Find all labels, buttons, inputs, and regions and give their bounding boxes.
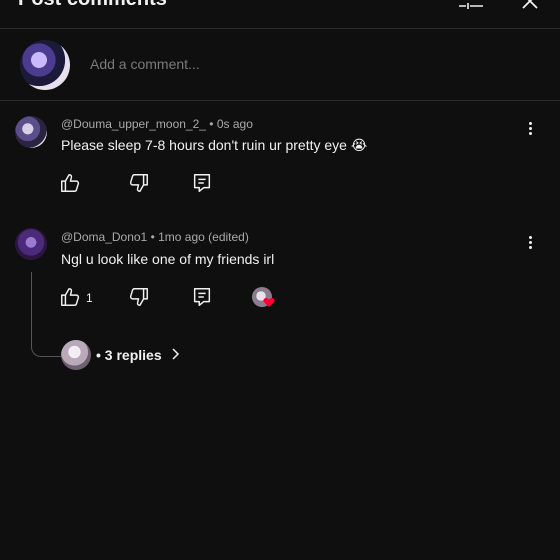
- reply-author-avatar: [61, 340, 91, 370]
- reply-icon: [193, 174, 211, 192]
- meta-separator: •: [209, 117, 217, 131]
- comment-time: 0s ago: [216, 117, 253, 131]
- comment-composer: Add a comment...: [0, 28, 560, 101]
- comment-item: @Doma_Dono1 • 1mo ago (edited) Ngl u loo…: [0, 214, 560, 324]
- thumbs-down-icon: [129, 174, 148, 192]
- comment-item: @Douma_upper_moon_2_ • 0s ago Please sle…: [0, 100, 560, 210]
- like-button[interactable]: [59, 286, 83, 310]
- like-button[interactable]: [59, 172, 83, 196]
- view-replies-button[interactable]: • 3 replies: [96, 347, 180, 363]
- creator-heart-badge: [252, 287, 276, 311]
- dislike-button[interactable]: [128, 172, 152, 196]
- thumbs-up-icon: [61, 174, 80, 192]
- current-user-avatar: [20, 40, 70, 90]
- comment-author[interactable]: @Doma_Dono1: [61, 230, 147, 244]
- add-comment-input[interactable]: Add a comment...: [90, 56, 200, 72]
- comment-meta: @Doma_Dono1 • 1mo ago (edited): [61, 230, 249, 244]
- reply-icon: [193, 288, 211, 306]
- title-chevron-icon[interactable]: ›: [177, 0, 182, 4]
- thumbs-up-icon: [61, 288, 80, 306]
- more-vert-icon[interactable]: [524, 234, 536, 254]
- meta-separator: •: [150, 230, 159, 244]
- comment-text: Please sleep 7-8 hours don't ruin ur pre…: [61, 137, 368, 153]
- reply-button[interactable]: [191, 172, 215, 196]
- comment-author[interactable]: @Douma_upper_moon_2_: [61, 117, 206, 131]
- comment-author-avatar[interactable]: [15, 116, 47, 148]
- filter-icon[interactable]: [458, 0, 484, 14]
- panel-header: Post comments ›: [0, 0, 560, 29]
- dislike-button[interactable]: [128, 286, 152, 310]
- panel-title: Post comments ›: [18, 0, 182, 11]
- replies-label: 3 replies: [104, 347, 162, 363]
- comment-time: 1mo ago (edited): [158, 230, 249, 244]
- comment-meta: @Douma_upper_moon_2_ • 0s ago: [61, 117, 253, 131]
- chevron-right-icon: [170, 347, 180, 363]
- thread-connector: [31, 272, 62, 357]
- comment-text: Ngl u look like one of my friends irl: [61, 251, 275, 267]
- comment-author-avatar[interactable]: [15, 228, 47, 260]
- more-vert-icon[interactable]: [524, 120, 536, 140]
- creator-heart-icon: [263, 298, 275, 307]
- close-icon[interactable]: [520, 0, 546, 14]
- panel-title-text: Post comments: [18, 0, 167, 10]
- reply-button[interactable]: [191, 286, 215, 310]
- thumbs-down-icon: [129, 288, 148, 306]
- replies-bullet: •: [96, 347, 105, 363]
- like-count: 1: [86, 291, 93, 305]
